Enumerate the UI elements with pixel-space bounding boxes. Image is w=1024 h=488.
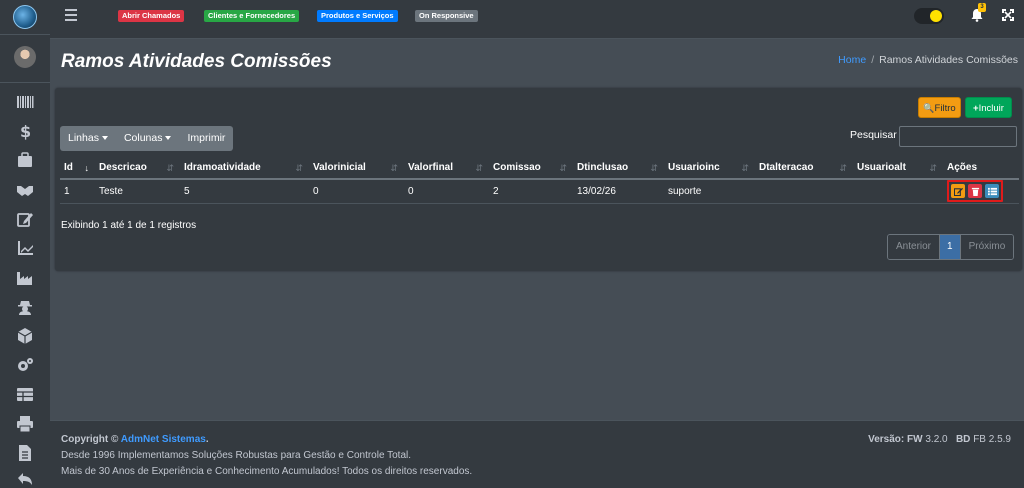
briefcase-icon[interactable] — [14, 150, 36, 170]
table-info: Exibindo 1 até 1 de 1 registros — [61, 220, 197, 231]
dollar-icon[interactable]: $ — [14, 121, 36, 141]
footer-version: Versão: FW 3.2.0 BD FB 2.5.9 — [868, 434, 1011, 445]
edit-icon[interactable] — [14, 209, 36, 229]
on-responsive-badge[interactable]: On Responsive — [415, 10, 478, 22]
cell-valorinicial: 0 — [309, 179, 404, 204]
footer-line-2: Desde 1996 Implementamos Soluções Robust… — [61, 450, 412, 461]
list-icon — [987, 187, 997, 195]
search-input[interactable] — [899, 126, 1017, 147]
clientes-fornecedores-badge[interactable]: Clientes e Fornecedores — [204, 10, 300, 22]
cube-icon[interactable] — [14, 326, 36, 346]
footer-copyright: Copyright © AdmNet Sistemas. — [61, 434, 209, 445]
cell-idramoatividade: 5 — [180, 179, 309, 204]
search-icon: 🔍 — [923, 103, 935, 113]
details-row-button[interactable] — [985, 184, 999, 199]
column-header-acoes: Ações — [943, 157, 1019, 180]
column-header-usuarioalt[interactable]: Usuarioalt ⇵ — [853, 157, 943, 180]
sort-icon: ⇵ — [390, 163, 398, 173]
footer: Copyright © AdmNet Sistemas. Desde 1996 … — [50, 420, 1024, 488]
breadcrumb-current: Ramos Atividades Comissões — [879, 54, 1018, 66]
page-title: Ramos Atividades Comissões — [61, 51, 332, 72]
row-actions — [947, 180, 1003, 203]
footer-line-3: Mais de 30 Anos de Experiência e Conheci… — [61, 466, 473, 477]
column-header-valorinicial[interactable]: Valorinicial ⇵ — [309, 157, 404, 180]
cell-dtinclusao: 13/02/26 — [573, 179, 664, 204]
colunas-dropdown[interactable]: Colunas — [116, 126, 180, 151]
sort-desc-icon: ↓ — [84, 163, 90, 173]
column-header-dtinclusao[interactable]: Dtinclusao ⇵ — [573, 157, 664, 180]
column-header-descricao[interactable]: Descricao ⇵ — [95, 157, 180, 180]
trash-icon — [971, 187, 979, 196]
theme-toggle[interactable] — [914, 8, 944, 24]
cell-valorfinal: 0 — [404, 179, 489, 204]
column-header-id[interactable]: Id ↓ — [60, 157, 95, 180]
sort-icon: ⇵ — [650, 163, 658, 173]
top-navbar: Abrir Chamados Clientes e Fornecedores P… — [50, 0, 1024, 39]
produtos-servicos-badge[interactable]: Produtos e Serviços — [317, 10, 398, 22]
column-header-usuarioinc[interactable]: Usuarioinc ⇵ — [664, 157, 755, 180]
svg-text:$: $ — [20, 122, 31, 140]
cogs-icon[interactable] — [14, 355, 36, 375]
user-secret-icon[interactable] — [14, 297, 36, 317]
filter-button[interactable]: 🔍Filtro — [918, 97, 961, 118]
divider — [0, 82, 50, 83]
pagination-previous[interactable]: Anterior — [888, 235, 940, 259]
breadcrumb-separator: / — [871, 54, 875, 66]
search-label: Pesquisar — [850, 129, 897, 141]
pagination: Anterior 1 Próximo — [887, 234, 1015, 260]
notification-count-badge: 3 — [978, 3, 986, 12]
column-header-valorfinal[interactable]: Valorfinal ⇵ — [404, 157, 489, 180]
sort-icon: ⇵ — [475, 163, 483, 173]
add-button[interactable]: +Incluir — [965, 97, 1012, 118]
table-button-group: Linhas Colunas Imprimir — [60, 126, 234, 151]
sort-icon: ⇵ — [839, 163, 847, 173]
imprimir-button[interactable]: Imprimir — [179, 126, 233, 151]
cell-usuarioalt — [853, 179, 943, 204]
caret-down-icon — [165, 136, 172, 141]
table-icon[interactable] — [14, 384, 36, 404]
avatar[interactable] — [14, 46, 36, 68]
sidebar: $ — [0, 0, 50, 488]
barcode-icon[interactable] — [14, 92, 36, 112]
sort-icon: ⇵ — [295, 163, 303, 173]
data-table: Id ↓ Descricao ⇵ Idramoatividade ⇵ Valorini… — [60, 157, 1019, 204]
sort-icon: ⇵ — [741, 163, 749, 173]
linhas-dropdown[interactable]: Linhas — [60, 126, 116, 151]
fullscreen-icon[interactable] — [1001, 8, 1015, 22]
abrir-chamados-badge[interactable]: Abrir Chamados — [118, 10, 185, 22]
caret-down-icon — [101, 136, 108, 141]
breadcrumb: Home / Ramos Atividades Comissões — [838, 54, 1018, 66]
file-icon[interactable] — [14, 443, 36, 463]
pagination-next[interactable]: Próximo — [960, 235, 1014, 259]
table-row[interactable]: 1 Teste 5 0 0 2 13/02/26 suporte — [60, 179, 1019, 204]
cell-usuarioinc: suporte — [664, 179, 755, 204]
cell-comissao: 2 — [489, 179, 573, 204]
cell-id: 1 — [60, 179, 95, 204]
divider — [0, 34, 50, 35]
hamburger-menu-icon[interactable] — [65, 9, 77, 21]
pagination-page-1[interactable]: 1 — [939, 235, 961, 259]
breadcrumb-home-link[interactable]: Home — [838, 54, 866, 66]
column-header-idramoatividade[interactable]: Idramoatividade ⇵ — [180, 157, 309, 180]
edit-row-button[interactable] — [951, 184, 965, 199]
chart-line-icon[interactable] — [14, 238, 36, 258]
sort-icon: ⇵ — [929, 163, 937, 173]
handshake-icon[interactable] — [14, 179, 36, 199]
table-header-row: Id ↓ Descricao ⇵ Idramoatividade ⇵ Valorini… — [60, 157, 1019, 180]
cell-descricao: Teste — [95, 179, 180, 204]
cell-acoes — [943, 179, 1019, 204]
industry-icon[interactable] — [14, 268, 36, 288]
logo-icon[interactable] — [13, 5, 37, 29]
undo-icon[interactable] — [14, 470, 36, 488]
cell-dtalteracao — [755, 179, 853, 204]
column-header-comissao[interactable]: Comissao ⇵ — [489, 157, 573, 180]
column-header-dtalteracao[interactable]: Dtalteracao ⇵ — [755, 157, 853, 180]
data-card: 🔍Filtro +Incluir Linhas Colunas Imprimir… — [55, 88, 1022, 271]
delete-row-button[interactable] — [968, 184, 982, 199]
footer-brand-link[interactable]: AdmNet Sistemas — [121, 434, 206, 445]
print-icon[interactable] — [14, 414, 36, 434]
edit-icon — [953, 187, 963, 196]
sort-icon: ⇵ — [559, 163, 567, 173]
sort-icon: ⇵ — [166, 163, 174, 173]
